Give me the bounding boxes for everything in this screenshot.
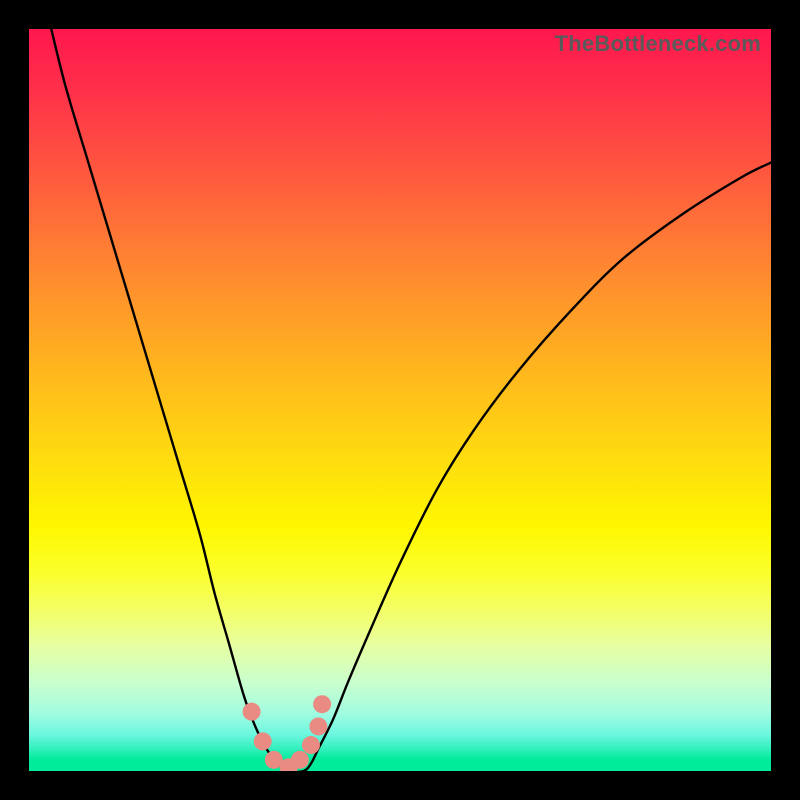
plot-area: TheBottleneck.com — [29, 29, 771, 771]
bottleneck-curve — [51, 29, 771, 771]
curve-marker — [309, 717, 327, 735]
curve-marker — [313, 695, 331, 713]
curve-marker — [302, 736, 320, 754]
curve-marker — [291, 751, 309, 769]
curve-marker — [243, 703, 261, 721]
outer-frame: TheBottleneck.com — [0, 0, 800, 800]
curve-markers — [243, 695, 331, 771]
curve-marker — [254, 732, 272, 750]
curve-layer — [29, 29, 771, 771]
